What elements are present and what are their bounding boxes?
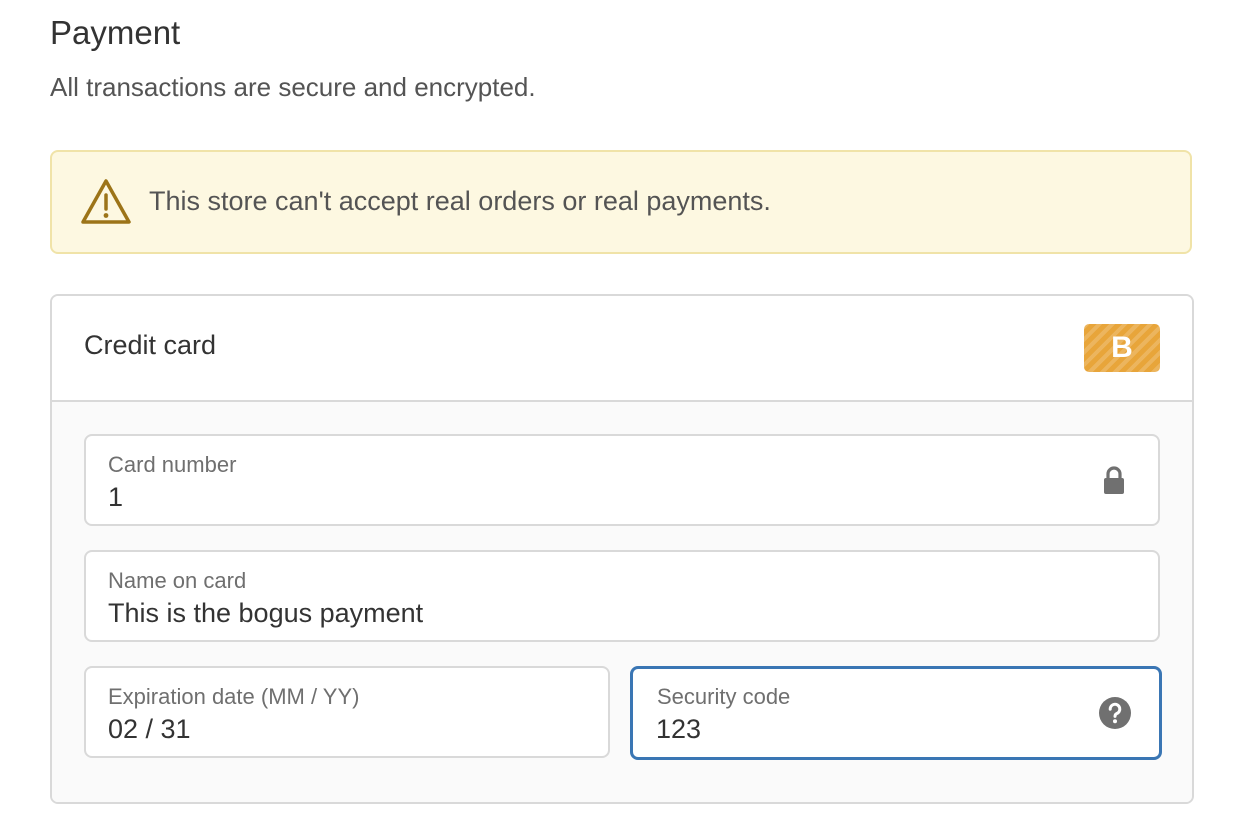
card-number-value[interactable]: 1	[108, 482, 123, 513]
security-code-label: Security code	[657, 684, 791, 709]
expiration-date-label: Expiration date (MM / YY)	[108, 684, 360, 709]
card-number-label: Card number	[108, 452, 237, 477]
credit-card-panel: Credit card B Card number 1 Name on card…	[50, 294, 1194, 804]
bogus-gateway-badge: B	[1084, 324, 1160, 372]
card-number-field[interactable]: Card number 1	[84, 434, 1160, 526]
security-code-value[interactable]: 123	[656, 714, 701, 745]
security-code-field[interactable]: Security code 123	[630, 666, 1162, 760]
payment-subtitle: All transactions are secure and encrypte…	[50, 72, 536, 102]
expiration-date-value[interactable]: 02 / 31	[108, 714, 191, 745]
help-icon[interactable]	[1099, 697, 1131, 729]
warning-message: This store can't accept real orders or r…	[149, 186, 771, 216]
expiration-date-field[interactable]: Expiration date (MM / YY) 02 / 31	[84, 666, 610, 758]
test-store-warning-banner: This store can't accept real orders or r…	[50, 150, 1192, 254]
name-on-card-field[interactable]: Name on card This is the bogus payment	[84, 550, 1160, 642]
payment-title: Payment	[50, 14, 181, 51]
lock-icon	[1104, 466, 1124, 494]
credit-card-title: Credit card	[84, 330, 217, 360]
name-on-card-value[interactable]: This is the bogus payment	[108, 598, 423, 629]
warning-triangle-icon	[81, 179, 131, 224]
credit-card-form: Card number 1 Name on card This is the b…	[52, 402, 1192, 802]
credit-card-header[interactable]: Credit card B	[52, 296, 1192, 402]
name-on-card-label: Name on card	[108, 568, 247, 593]
